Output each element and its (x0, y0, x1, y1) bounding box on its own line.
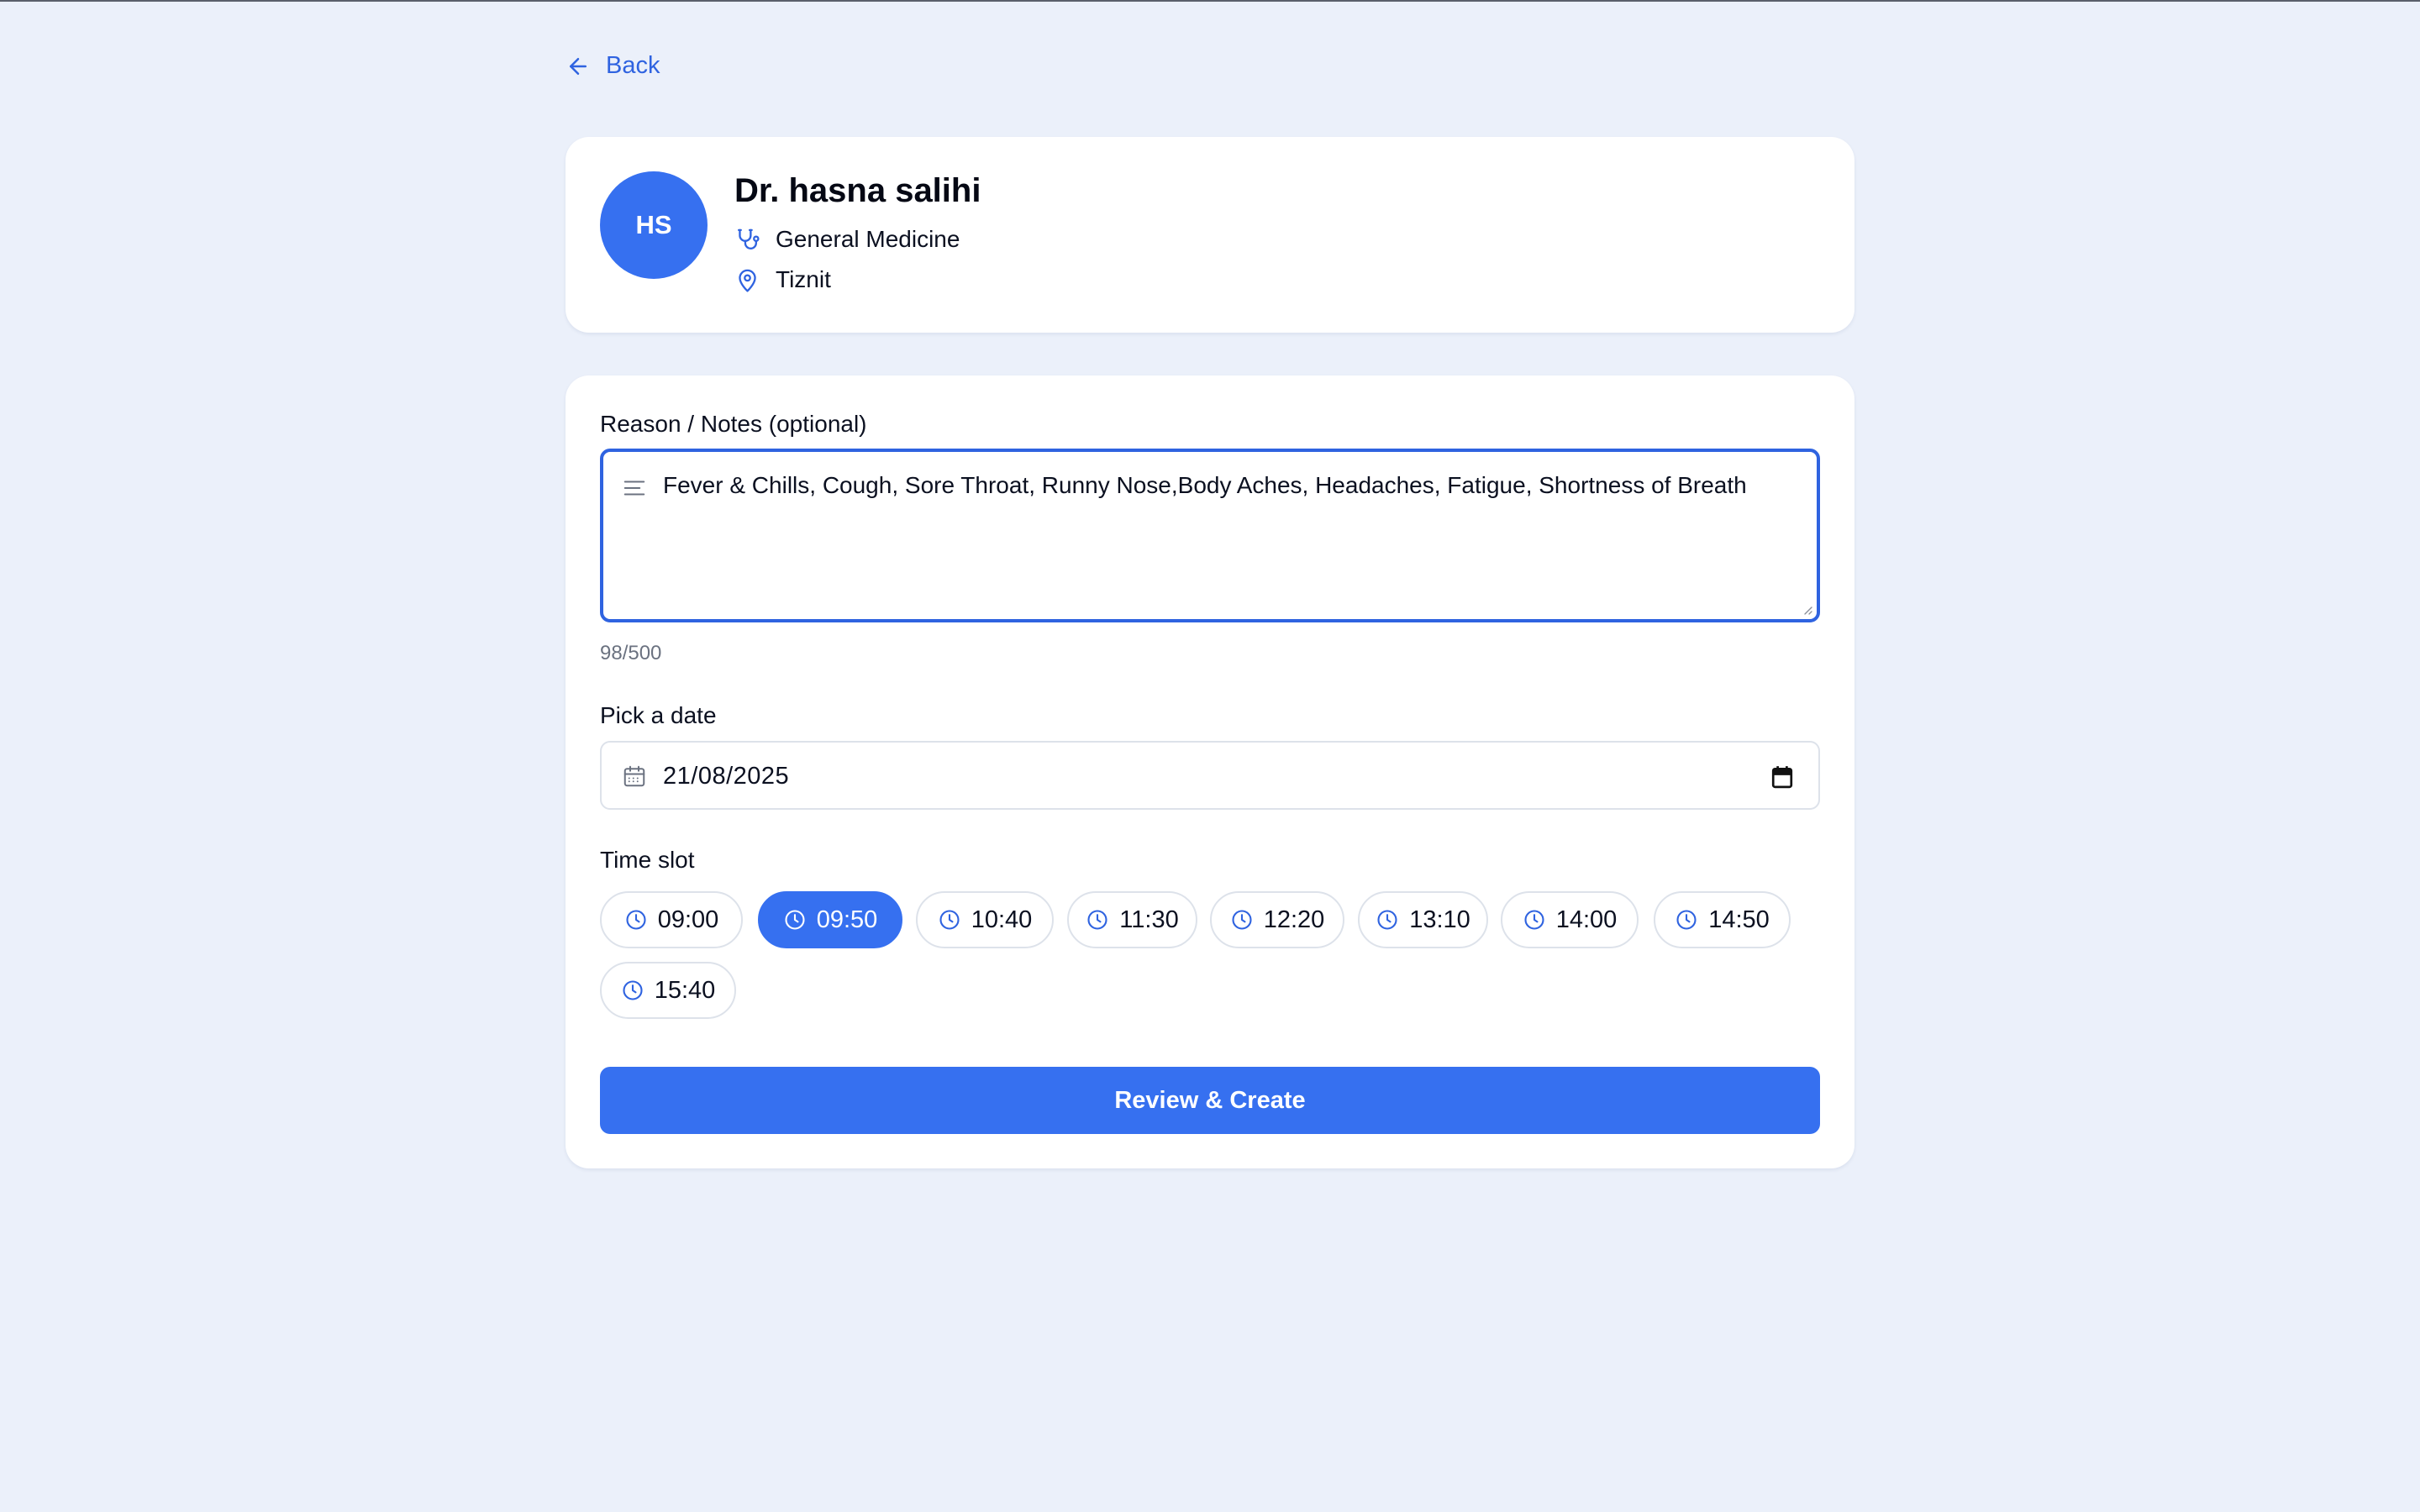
align-left-icon (623, 480, 645, 496)
char-counter: 98/500 (600, 642, 662, 664)
back-link[interactable]: Back (566, 52, 660, 80)
time-slot-label: 14:00 (1555, 906, 1618, 933)
time-slot-label: 10:40 (971, 906, 1033, 933)
time-slot-1130[interactable]: 11:30 (1067, 891, 1197, 948)
date-field[interactable]: 21/08/2025 (600, 741, 1820, 810)
specialty-text: General Medicine (776, 226, 960, 252)
doctor-location: Tiznit (734, 266, 831, 293)
doctor-specialty: General Medicine (734, 226, 960, 253)
stethoscope-icon (738, 228, 760, 249)
review-create-button[interactable]: Review & Create (600, 1067, 1820, 1134)
time-slot-label: 09:00 (657, 906, 719, 933)
reason-textarea[interactable]: Fever & Chills, Cough, Sore Throat, Runn… (600, 449, 1820, 622)
resize-handle-icon[interactable] (1800, 602, 1813, 616)
avatar: HS (600, 171, 708, 279)
clock-icon (1676, 910, 1697, 930)
date-value: 21/08/2025 (663, 763, 790, 790)
clock-icon (1377, 910, 1397, 930)
time-slot-label: 13:10 (1409, 906, 1470, 933)
calendar-icon (623, 765, 645, 787)
time-slot-1400[interactable]: 14:00 (1501, 891, 1639, 948)
back-label: Back (606, 52, 660, 79)
time-slot-label: 09:50 (816, 906, 878, 933)
time-slot-1540[interactable]: 15:40 (600, 962, 736, 1019)
date-label: Pick a date (600, 702, 717, 728)
clock-icon (785, 910, 805, 930)
map-pin-icon (739, 269, 756, 292)
time-slot-label: 14:50 (1708, 906, 1770, 933)
location-text: Tiznit (776, 266, 831, 292)
arrow-left-icon (570, 57, 587, 75)
time-slot-1220[interactable]: 12:20 (1210, 891, 1344, 948)
calendar-picker-icon[interactable] (1771, 765, 1793, 789)
time-slot-0900[interactable]: 09:00 (600, 891, 743, 948)
clock-icon (939, 910, 960, 930)
reason-text: Fever & Chills, Cough, Sore Throat, Runn… (663, 472, 1747, 498)
clock-icon (623, 980, 643, 1000)
time-slot-label: 15:40 (654, 976, 716, 1004)
window-top-border (0, 0, 2420, 2)
clock-icon (626, 910, 646, 930)
time-slot-label: 12:20 (1263, 906, 1325, 933)
doctor-name: Dr. hasna salihi (734, 172, 981, 209)
time-slot-1310[interactable]: 13:10 (1358, 891, 1488, 948)
time-slot-1040[interactable]: 10:40 (916, 891, 1054, 948)
time-slot-1450[interactable]: 14:50 (1654, 891, 1791, 948)
reason-label: Reason / Notes (optional) (600, 411, 867, 437)
clock-icon (1232, 910, 1252, 930)
clock-icon (1524, 910, 1544, 930)
time-slot-label: 11:30 (1119, 906, 1179, 933)
time-slot-label: Time slot (600, 847, 695, 873)
time-slot-0950[interactable]: 09:50 (758, 891, 902, 948)
clock-icon (1087, 910, 1107, 930)
